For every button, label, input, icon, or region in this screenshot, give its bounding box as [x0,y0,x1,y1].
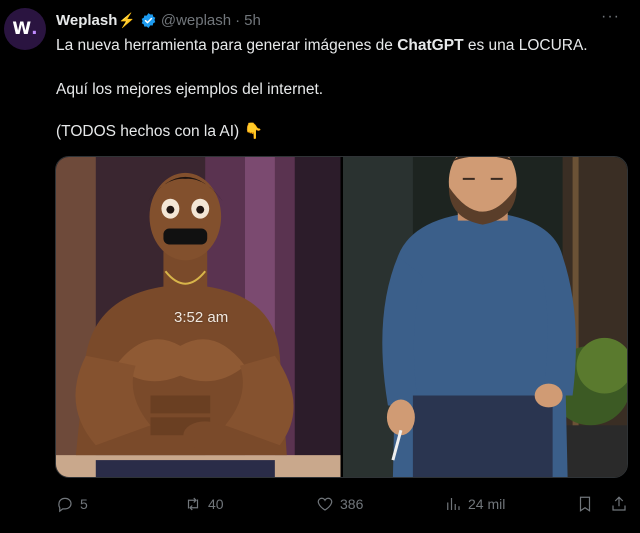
reply-count: 5 [80,496,88,512]
pointing-down-emoji: 👇 [243,123,263,140]
user-handle[interactable]: @weplash [161,12,231,29]
share-icon [612,496,626,511]
tweet-text-line-1: La nueva herramienta para generar imágen… [56,36,626,56]
tweet-header: Weplash ⚡ @weplash · 5h [56,10,640,30]
text-segment: (TODOS hechos con la AI) [56,123,244,140]
heart-icon [317,497,333,511]
tweet-text-line-2: Aquí los mejores ejemplos del internet. [56,81,324,98]
avatar-dot: . [31,19,38,39]
avatar-letter: W [12,19,32,39]
text-segment: es una LOCURA. [463,37,588,54]
share-button[interactable] [610,495,628,513]
text-bold-chatgpt: ChatGPT [397,37,464,54]
tweet-actions: 5 40 386 24 mil [56,494,626,514]
views-count: 24 mil [468,496,506,512]
media-grid[interactable]: 3:52 am [55,156,628,478]
man-smoking-illustration [342,157,627,477]
retweet-button[interactable]: 40 [184,495,224,513]
display-name[interactable]: Weplash [56,12,117,29]
tweet-text-line-3: (TODOS hechos con la AI) 👇 [56,122,626,142]
bookmark-icon [579,496,591,512]
lightning-emoji: ⚡ [118,11,136,28]
views-chart-icon [447,498,460,510]
avatar[interactable]: W. [4,8,46,50]
image-overlay-text: 3:52 am [174,309,229,326]
separator-dot: · [235,11,241,29]
more-options-icon[interactable]: ··· [601,8,620,26]
views-button[interactable]: 24 mil [444,495,505,513]
retweet-icon [187,497,199,511]
media-image-right[interactable] [342,157,627,477]
reply-icon [58,497,72,513]
media-image-left[interactable]: 3:52 am [56,157,341,477]
bookmark-button[interactable] [576,495,594,513]
text-segment: La nueva herramienta para generar imágen… [56,37,398,54]
verified-badge-icon [141,12,156,28]
timestamp[interactable]: 5h [244,12,261,29]
like-button[interactable]: 386 [316,495,363,513]
like-count: 386 [340,496,364,512]
reply-button[interactable]: 5 [56,495,88,513]
retweet-count: 40 [208,496,224,512]
